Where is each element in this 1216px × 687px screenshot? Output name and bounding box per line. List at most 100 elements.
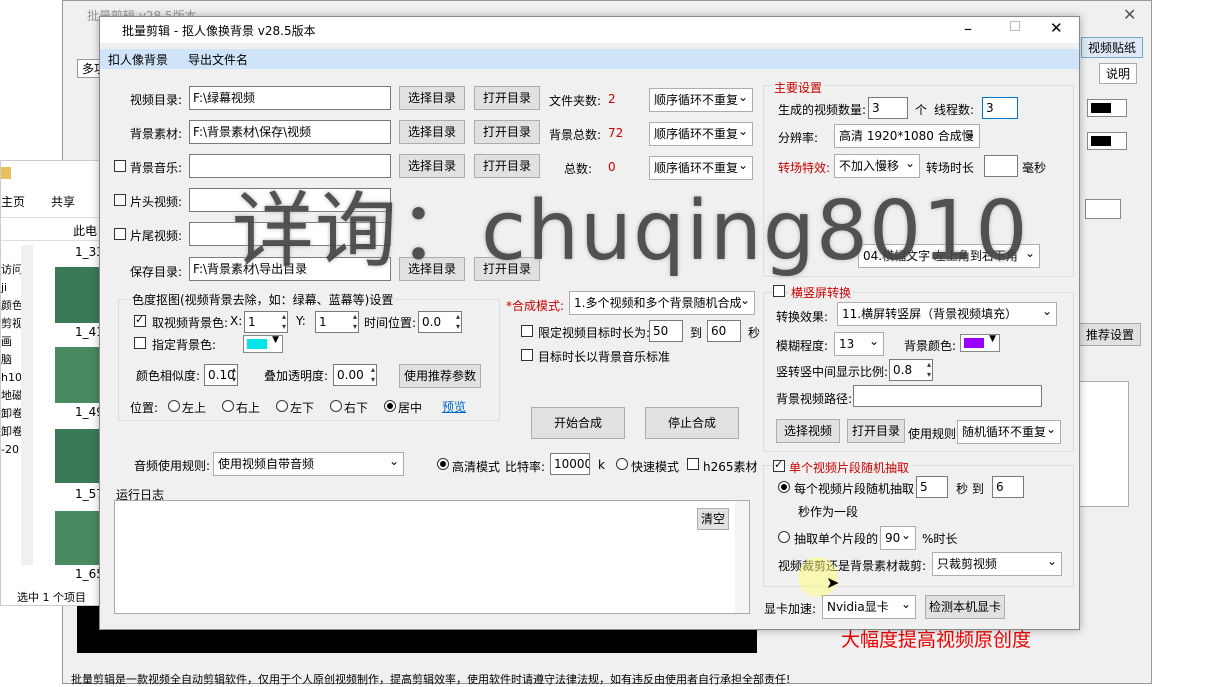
- to-label: 到: [690, 326, 703, 340]
- share-tab[interactable]: 共享: [51, 193, 75, 210]
- video-order-select[interactable]: 顺序循环不重复: [649, 88, 753, 112]
- rule-label: 使用规则: [908, 427, 957, 441]
- pos-top-left-radio[interactable]: [168, 400, 180, 412]
- minimize-icon[interactable]: –: [964, 19, 972, 38]
- pos-bottom-left-radio[interactable]: [276, 400, 288, 412]
- take-bg-color-checkbox[interactable]: [134, 313, 146, 327]
- time-pos-label: 时间位置:: [364, 316, 417, 330]
- threads-input[interactable]: 3: [982, 97, 1018, 119]
- clip-checkbox[interactable]: [773, 458, 785, 472]
- specify-bg-label: 指定背景色:: [152, 338, 217, 352]
- video-thumbnail[interactable]: [55, 511, 101, 565]
- bg-dir-input[interactable]: F:\背景素材\保存\视频: [189, 120, 391, 144]
- video-thumbnail[interactable]: [55, 267, 101, 323]
- recommend-settings-button[interactable]: 推荐设置: [1079, 323, 1142, 346]
- blur-select[interactable]: 13: [834, 332, 884, 356]
- fast-mode-label: 快速模式: [631, 460, 680, 474]
- purple-color-picker[interactable]: ▼: [960, 334, 1000, 352]
- y-spinner[interactable]: 1: [315, 311, 359, 333]
- address-bar[interactable]: 此电: [1, 217, 101, 241]
- hv-title: 横竖屏转换: [789, 284, 854, 301]
- clear-log-button[interactable]: 清空: [697, 508, 729, 530]
- x-spinner[interactable]: 1: [244, 311, 288, 333]
- video-sticker-tab[interactable]: 视频贴纸: [1081, 37, 1144, 58]
- bitrate-input[interactable]: 10000: [550, 453, 590, 475]
- music-target-checkbox[interactable]: [521, 349, 533, 361]
- compose-mode-select[interactable]: 1.多个视频和多个背景随机合成: [569, 291, 755, 315]
- clip-single-radio[interactable]: [778, 531, 790, 543]
- fast-mode-radio[interactable]: [616, 458, 628, 470]
- time-pos-spinner[interactable]: 0.0: [418, 311, 462, 333]
- pos-top-right-radio[interactable]: [222, 400, 234, 412]
- count-input[interactable]: 3: [868, 97, 908, 119]
- clip-each-radio[interactable]: [778, 481, 790, 493]
- open-hv-dir-button[interactable]: 打开目录: [847, 419, 905, 443]
- hd-mode-radio[interactable]: [437, 458, 449, 470]
- start-compose-button[interactable]: 开始合成: [531, 407, 625, 439]
- resolution-select[interactable]: 高清 1920*1080 合成慢: [834, 124, 980, 148]
- explorer-scrollbar[interactable]: [21, 245, 33, 565]
- color-swatch-black-2[interactable]: [1087, 132, 1127, 150]
- choose-bg-dir-button[interactable]: 选择目录: [399, 120, 465, 144]
- open-bg-dir-button[interactable]: 打开目录: [474, 120, 540, 144]
- title-bar: 批量剪辑 - 抠人像换背景 v28.5版本 – ✕: [100, 17, 1079, 43]
- limit-duration-checkbox[interactable]: [521, 325, 533, 337]
- close-icon[interactable]: ✕: [1123, 5, 1136, 24]
- clip-sec-to-label: 秒 到: [956, 482, 984, 496]
- crop-select[interactable]: 只裁剪视频: [932, 552, 1062, 576]
- sec-label: 秒: [748, 326, 761, 340]
- detect-gpu-button[interactable]: 检测本机显卡: [925, 595, 1005, 619]
- color-swatch-black-1[interactable]: [1087, 99, 1127, 117]
- log-scrollbar[interactable]: [735, 501, 749, 613]
- min-duration-input[interactable]: 50: [649, 320, 683, 342]
- position-label: 位置:: [130, 401, 159, 415]
- pos-center-radio[interactable]: [384, 400, 396, 412]
- clip-min-input[interactable]: 5: [916, 476, 948, 498]
- video-dir-input[interactable]: F:\绿幕视频: [189, 86, 391, 110]
- recommend-params-button[interactable]: 使用推荐参数: [399, 364, 481, 388]
- bg-order-select[interactable]: 顺序循环不重复: [649, 122, 753, 146]
- ratio-spinner[interactable]: 0.8: [889, 359, 933, 381]
- choose-video-button[interactable]: 选择视频: [776, 419, 840, 443]
- similarity-spinner[interactable]: 0.10: [204, 364, 238, 386]
- head-checkbox[interactable]: [114, 194, 126, 206]
- tail-checkbox[interactable]: [114, 228, 126, 240]
- audio-rule-label: 音频使用规则:: [134, 459, 211, 473]
- video-thumbnail[interactable]: [55, 347, 101, 403]
- background-list: [1073, 381, 1129, 507]
- hv-checkbox[interactable]: [773, 285, 785, 297]
- log-textarea[interactable]: [114, 500, 750, 614]
- menu-tab-export[interactable]: 导出文件名: [188, 51, 248, 68]
- preview-link[interactable]: 预览: [442, 398, 466, 415]
- choose-video-dir-button[interactable]: 选择目录: [399, 86, 465, 110]
- gpu-select[interactable]: Nvidia显卡: [822, 595, 916, 619]
- menu-tab-matting[interactable]: 扣人像背景: [108, 51, 168, 68]
- background-input[interactable]: [1085, 199, 1121, 219]
- chroma-title: 色度抠图(视频背景去除，如：绿幕、蓝幕等)设置: [130, 291, 396, 308]
- bg-path-input[interactable]: [853, 385, 1042, 407]
- specify-bg-checkbox[interactable]: [134, 337, 146, 349]
- video-thumbnail[interactable]: [55, 429, 101, 483]
- audio-rule-select[interactable]: 使用视频自带音频: [213, 452, 404, 476]
- alpha-label: 叠加透明度:: [264, 369, 329, 383]
- pos-center-label: 居中: [398, 401, 423, 415]
- clip-as-one-label: 秒作为一段: [798, 505, 859, 519]
- rule-select[interactable]: 随机循环不重复: [957, 420, 1061, 444]
- help-button[interactable]: 说明: [1099, 63, 1138, 84]
- h265-checkbox[interactable]: [687, 458, 699, 470]
- clip-max-input[interactable]: 6: [992, 476, 1024, 498]
- similarity-label: 颜色相似度:: [136, 369, 201, 383]
- pos-bottom-right-radio[interactable]: [330, 400, 342, 412]
- home-tab[interactable]: 主页: [1, 193, 25, 210]
- stop-compose-button[interactable]: 停止合成: [645, 407, 739, 439]
- clip-pct-select[interactable]: 90: [880, 526, 916, 550]
- open-video-dir-button[interactable]: 打开目录: [474, 86, 540, 110]
- gpu-label: 显卡加速:: [764, 602, 817, 616]
- music-checkbox[interactable]: [114, 160, 126, 172]
- close-icon[interactable]: ✕: [1050, 19, 1063, 37]
- maximize-icon[interactable]: [1010, 21, 1020, 31]
- max-duration-input[interactable]: 60: [707, 320, 741, 342]
- cyan-color-picker[interactable]: ▼: [243, 335, 283, 353]
- alpha-spinner[interactable]: 0.00: [333, 364, 377, 386]
- hv-effect-select[interactable]: 11.横屏转竖屏（背景视频填充）: [837, 302, 1057, 326]
